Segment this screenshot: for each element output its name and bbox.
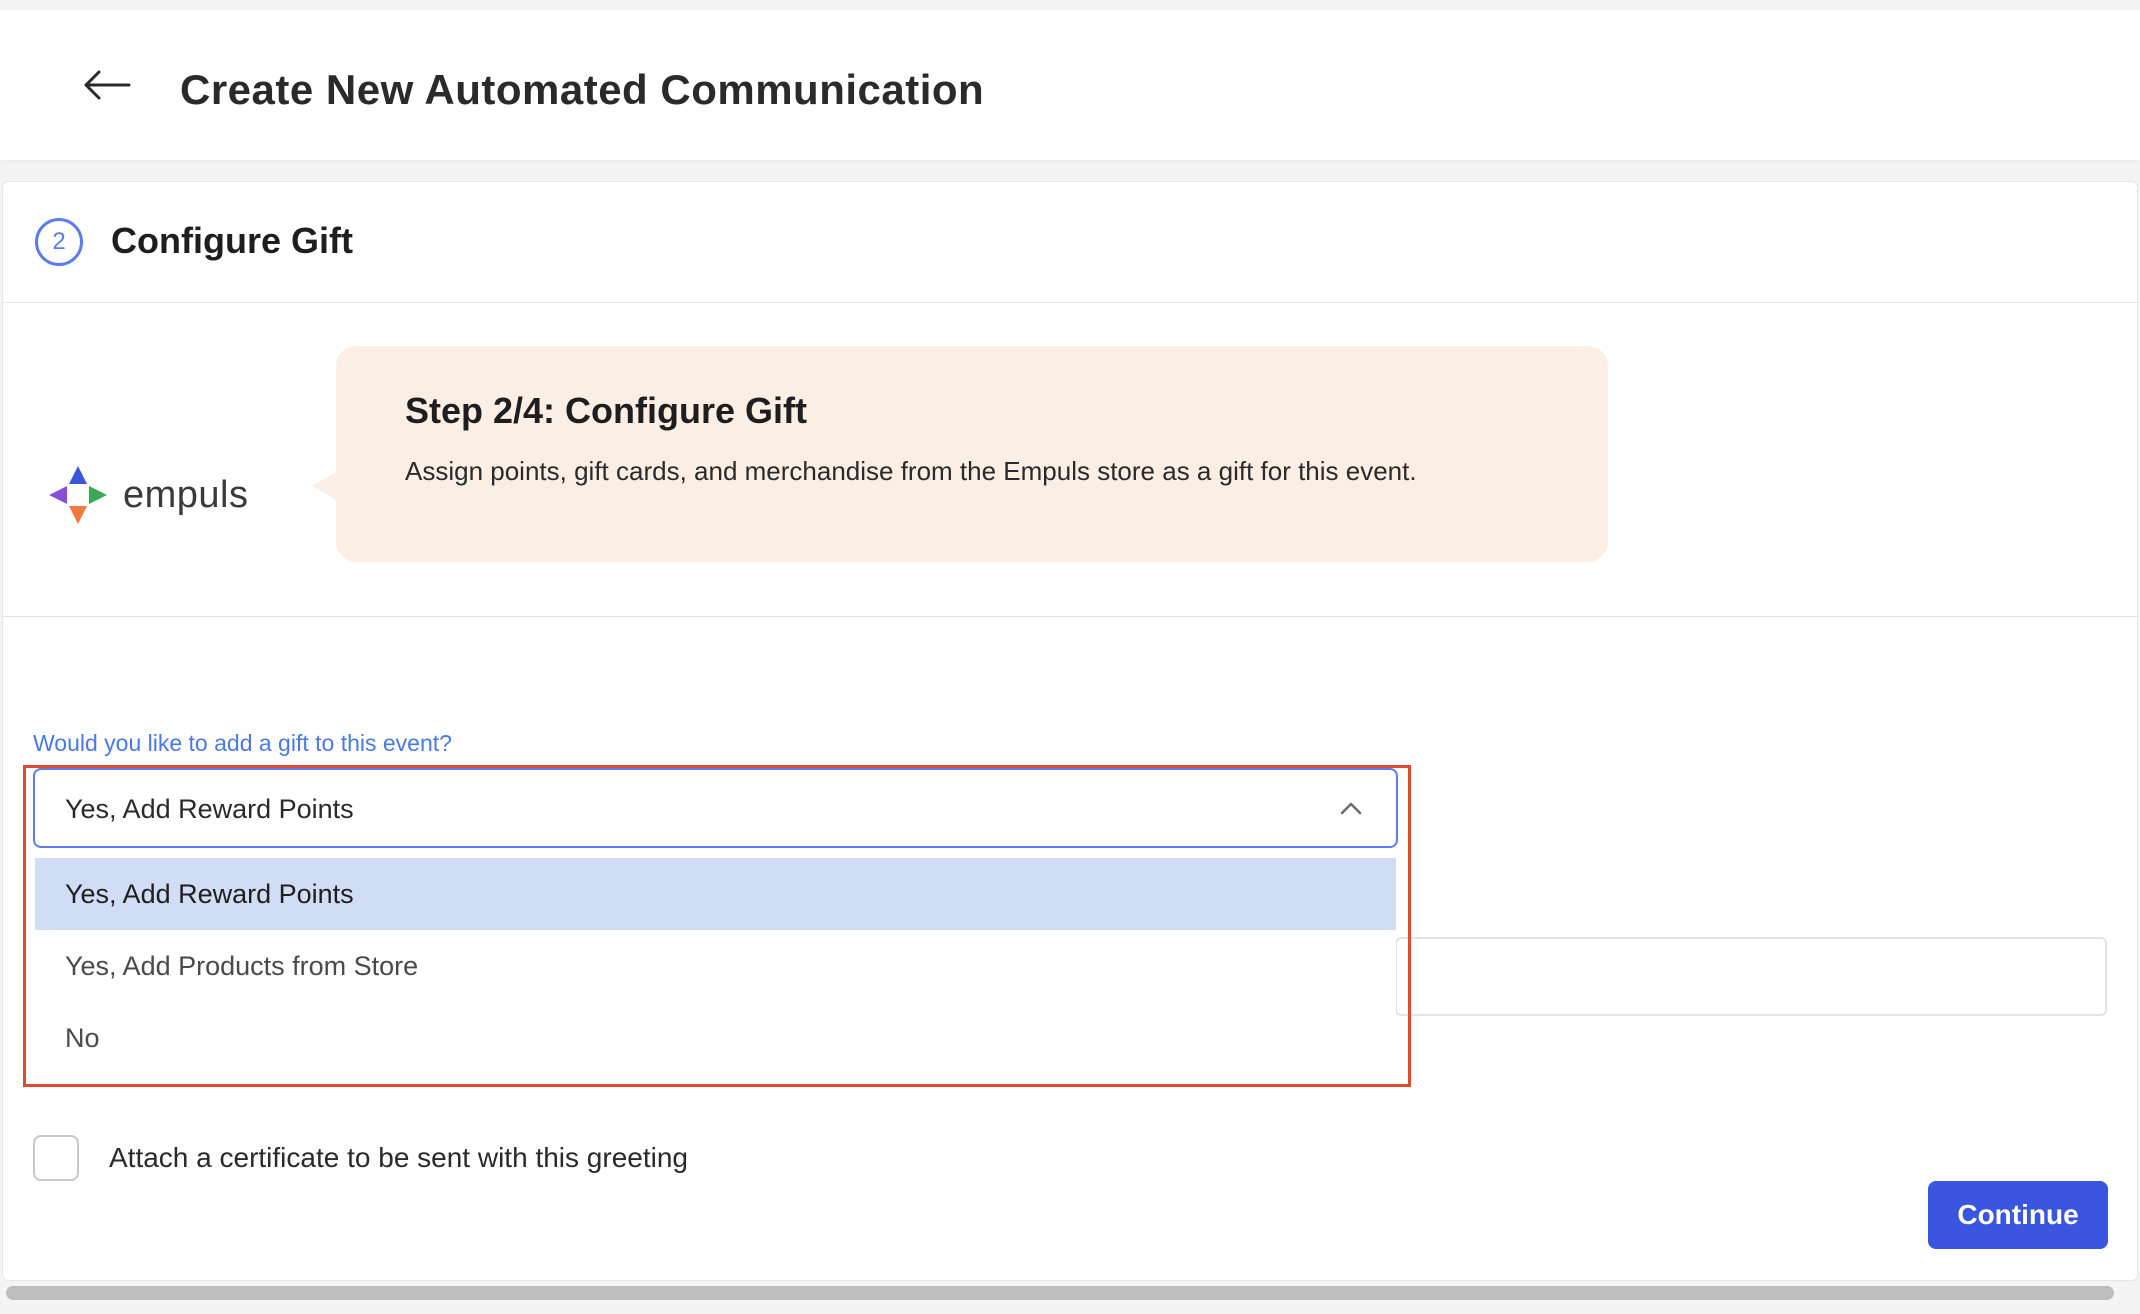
continue-button[interactable]: Continue — [1928, 1181, 2108, 1249]
scrollbar-thumb[interactable] — [6, 1286, 2114, 1300]
step-info-bubble: Step 2/4: Configure Gift Assign points, … — [312, 346, 1608, 562]
arrow-left-icon — [84, 70, 131, 100]
certificate-checkbox[interactable] — [33, 1135, 79, 1181]
logo-text: empuls — [123, 473, 249, 516]
horizontal-scrollbar[interactable] — [0, 1281, 2140, 1314]
page-header: Create New Automated Communication — [0, 10, 2140, 160]
certificate-label: Attach a certificate to be sent with thi… — [109, 1142, 688, 1173]
gift-question-label: Would you like to add a gift to this eve… — [33, 730, 452, 756]
bubble-title: Step 2/4: Configure Gift — [405, 390, 808, 431]
highlight-annotation — [23, 765, 1411, 1087]
empuls-logo: empuls — [45, 462, 249, 528]
empuls-logo-icon — [49, 466, 107, 524]
back-button[interactable] — [82, 65, 132, 105]
bubble-description: Assign points, gift cards, and merchandi… — [405, 456, 1417, 486]
step-title: Configure Gift — [111, 220, 353, 261]
reward-points-input[interactable] — [1395, 937, 2107, 1016]
page-title: Create New Automated Communication — [180, 66, 985, 113]
intro-section: empuls Step 2/4: Configure Gift Assign p… — [3, 302, 2137, 617]
step-number-badge: 2 — [35, 218, 83, 266]
step-header: 2 Configure Gift — [3, 182, 2137, 303]
